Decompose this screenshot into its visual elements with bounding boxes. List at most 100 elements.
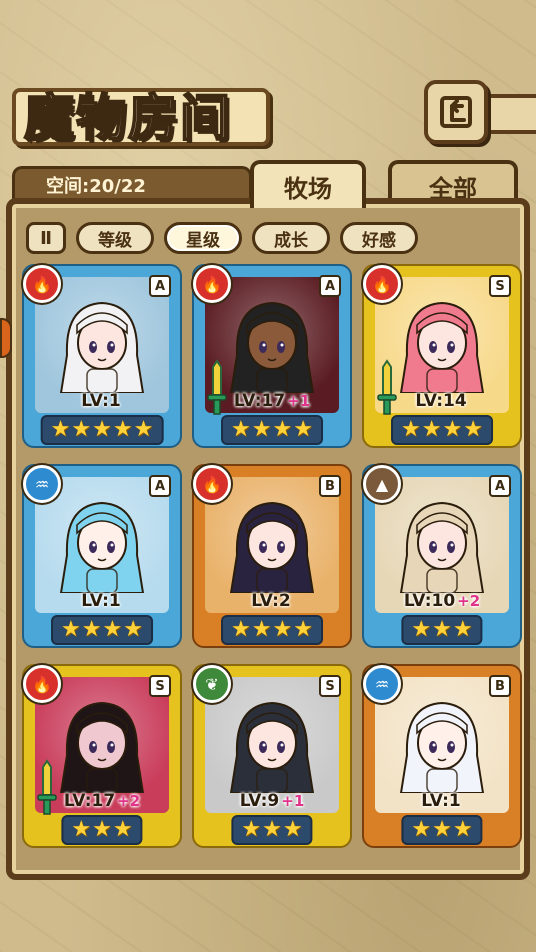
sort-label: 成长 xyxy=(274,230,308,251)
monster-card[interactable]: 🔥 A LV:1 ★ ★ ★ ★ ★ xyxy=(23,265,180,446)
sort-label: 好感 xyxy=(362,230,396,251)
sort-by-level-button[interactable]: 等级 xyxy=(76,222,154,254)
star-icon: ★ xyxy=(133,417,154,442)
star-icon: ★ xyxy=(112,417,133,442)
star-icon: ★ xyxy=(463,417,483,442)
flame-icon: 🔥 xyxy=(193,465,231,503)
monster-card[interactable]: ♒ B LV:1 ★ ★ ★ xyxy=(363,665,520,846)
star-rating: ★ ★ ★ xyxy=(401,815,483,845)
level-label: LV:17 +2 xyxy=(29,791,175,811)
sort-label: 星级 xyxy=(186,230,220,251)
star-icon: ★ xyxy=(92,417,112,442)
star-icon: ★ xyxy=(251,417,272,442)
star-rating: ★ ★ ★ xyxy=(61,815,143,845)
level-value: LV:10 xyxy=(403,591,456,611)
monster-portrait xyxy=(229,301,315,393)
star-rating: ★ ★ ★ ★ xyxy=(221,615,323,645)
star-icon: ★ xyxy=(262,817,282,842)
star-icon: ★ xyxy=(92,817,112,842)
tab-ranch[interactable]: 牧场 xyxy=(250,160,366,208)
star-icon: ★ xyxy=(293,617,313,642)
monster-portrait xyxy=(229,501,315,593)
monster-card[interactable]: 🔥 A LV:17 +1 ★ ★ ★ ★ xyxy=(193,265,350,446)
level-label: LV:10 +2 xyxy=(369,591,515,611)
star-icon: ★ xyxy=(102,617,123,642)
water-icon: ♒ xyxy=(363,665,401,703)
monster-card[interactable]: ♒ A LV:1 ★ ★ ★ ★ xyxy=(23,465,180,646)
sort-by-affection-button[interactable]: 好感 xyxy=(340,222,418,254)
level-value: LV:2 xyxy=(251,591,291,611)
plus-value: +2 xyxy=(117,792,141,810)
water-icon: ♒ xyxy=(23,465,61,503)
level-value: LV:17 xyxy=(233,391,286,411)
leaf-icon: ❦ xyxy=(193,665,231,703)
star-icon: ★ xyxy=(50,417,71,442)
star-rating: ★ ★ ★ ★ xyxy=(51,615,153,645)
level-value: LV:1 xyxy=(81,591,121,611)
flame-icon: 🔥 xyxy=(23,665,61,703)
level-value: LV:1 xyxy=(81,391,121,411)
level-value: LV:14 xyxy=(415,391,467,411)
back-button[interactable] xyxy=(424,80,488,144)
level-value: LV:9 xyxy=(239,791,280,811)
star-icon: ★ xyxy=(282,817,303,842)
side-scroll-arrow[interactable] xyxy=(0,318,12,358)
star-icon: ★ xyxy=(272,417,293,442)
star-icon: ★ xyxy=(231,617,251,642)
star-icon: ★ xyxy=(442,417,463,442)
rank-badge: A xyxy=(149,475,171,497)
star-rating: ★ ★ ★ ★ xyxy=(221,415,323,445)
star-icon: ★ xyxy=(231,417,251,442)
sort-order-toggle[interactable]: Ⅱ xyxy=(26,222,66,254)
star-icon: ★ xyxy=(123,617,143,642)
level-label: LV:9 +1 xyxy=(199,791,345,811)
rank-badge: S xyxy=(149,675,171,697)
star-icon: ★ xyxy=(452,817,473,842)
monster-card[interactable]: 🔥 B LV:2 ★ ★ ★ ★ xyxy=(193,465,350,646)
flame-icon: 🔥 xyxy=(23,265,61,303)
sort-by-growth-button[interactable]: 成长 xyxy=(252,222,330,254)
level-label: LV:2 xyxy=(199,591,345,611)
level-value: LV:17 xyxy=(63,791,116,811)
star-rating: ★ ★ ★ xyxy=(231,815,313,845)
star-icon: ★ xyxy=(452,617,473,642)
back-button-rail xyxy=(482,94,536,134)
star-icon: ★ xyxy=(61,617,81,642)
star-icon: ★ xyxy=(71,817,92,842)
flame-icon: 🔥 xyxy=(193,265,231,303)
monster-portrait xyxy=(399,301,485,393)
level-label: LV:1 xyxy=(29,591,175,611)
rank-badge: S xyxy=(489,275,511,297)
star-icon: ★ xyxy=(241,817,262,842)
star-icon: ★ xyxy=(81,617,102,642)
monster-portrait xyxy=(399,701,485,793)
star-icon: ★ xyxy=(432,617,452,642)
level-label: LV:17 +1 xyxy=(199,391,345,411)
star-icon: ★ xyxy=(251,617,272,642)
level-label: LV:14 xyxy=(369,391,515,411)
monster-card[interactable]: ❦ S LV:9 +1 ★ ★ ★ xyxy=(193,665,350,846)
monster-card[interactable]: 🔥 S LV:17 +2 ★ ★ ★ xyxy=(23,665,180,846)
star-icon: ★ xyxy=(293,417,313,442)
star-icon: ★ xyxy=(411,617,432,642)
monster-portrait xyxy=(399,501,485,593)
monster-portrait xyxy=(59,501,145,593)
sort-by-star-button[interactable]: 星级 xyxy=(164,222,242,254)
rank-badge: A xyxy=(319,275,341,297)
monster-card[interactable]: 🔥 S LV:14 ★ ★ ★ ★ xyxy=(363,265,520,446)
level-label: LV:1 xyxy=(29,391,175,411)
mountain-icon: ▲ xyxy=(363,465,401,503)
plus-value: +2 xyxy=(457,592,481,610)
monster-portrait xyxy=(59,301,145,393)
page-title: 魔物房间 xyxy=(23,87,232,148)
monster-card[interactable]: ▲ A LV:10 +2 ★ ★ ★ xyxy=(363,465,520,646)
sort-label: 等级 xyxy=(98,230,132,251)
star-icon: ★ xyxy=(432,817,452,842)
star-rating: ★ ★ ★ xyxy=(401,615,483,645)
rank-badge: S xyxy=(319,675,341,697)
pause-icon: Ⅱ xyxy=(40,227,52,249)
capacity-label: 空间:20/22 xyxy=(46,176,146,197)
rank-badge: B xyxy=(319,475,341,497)
level-value: LV:1 xyxy=(421,791,461,811)
rank-badge: A xyxy=(149,275,171,297)
